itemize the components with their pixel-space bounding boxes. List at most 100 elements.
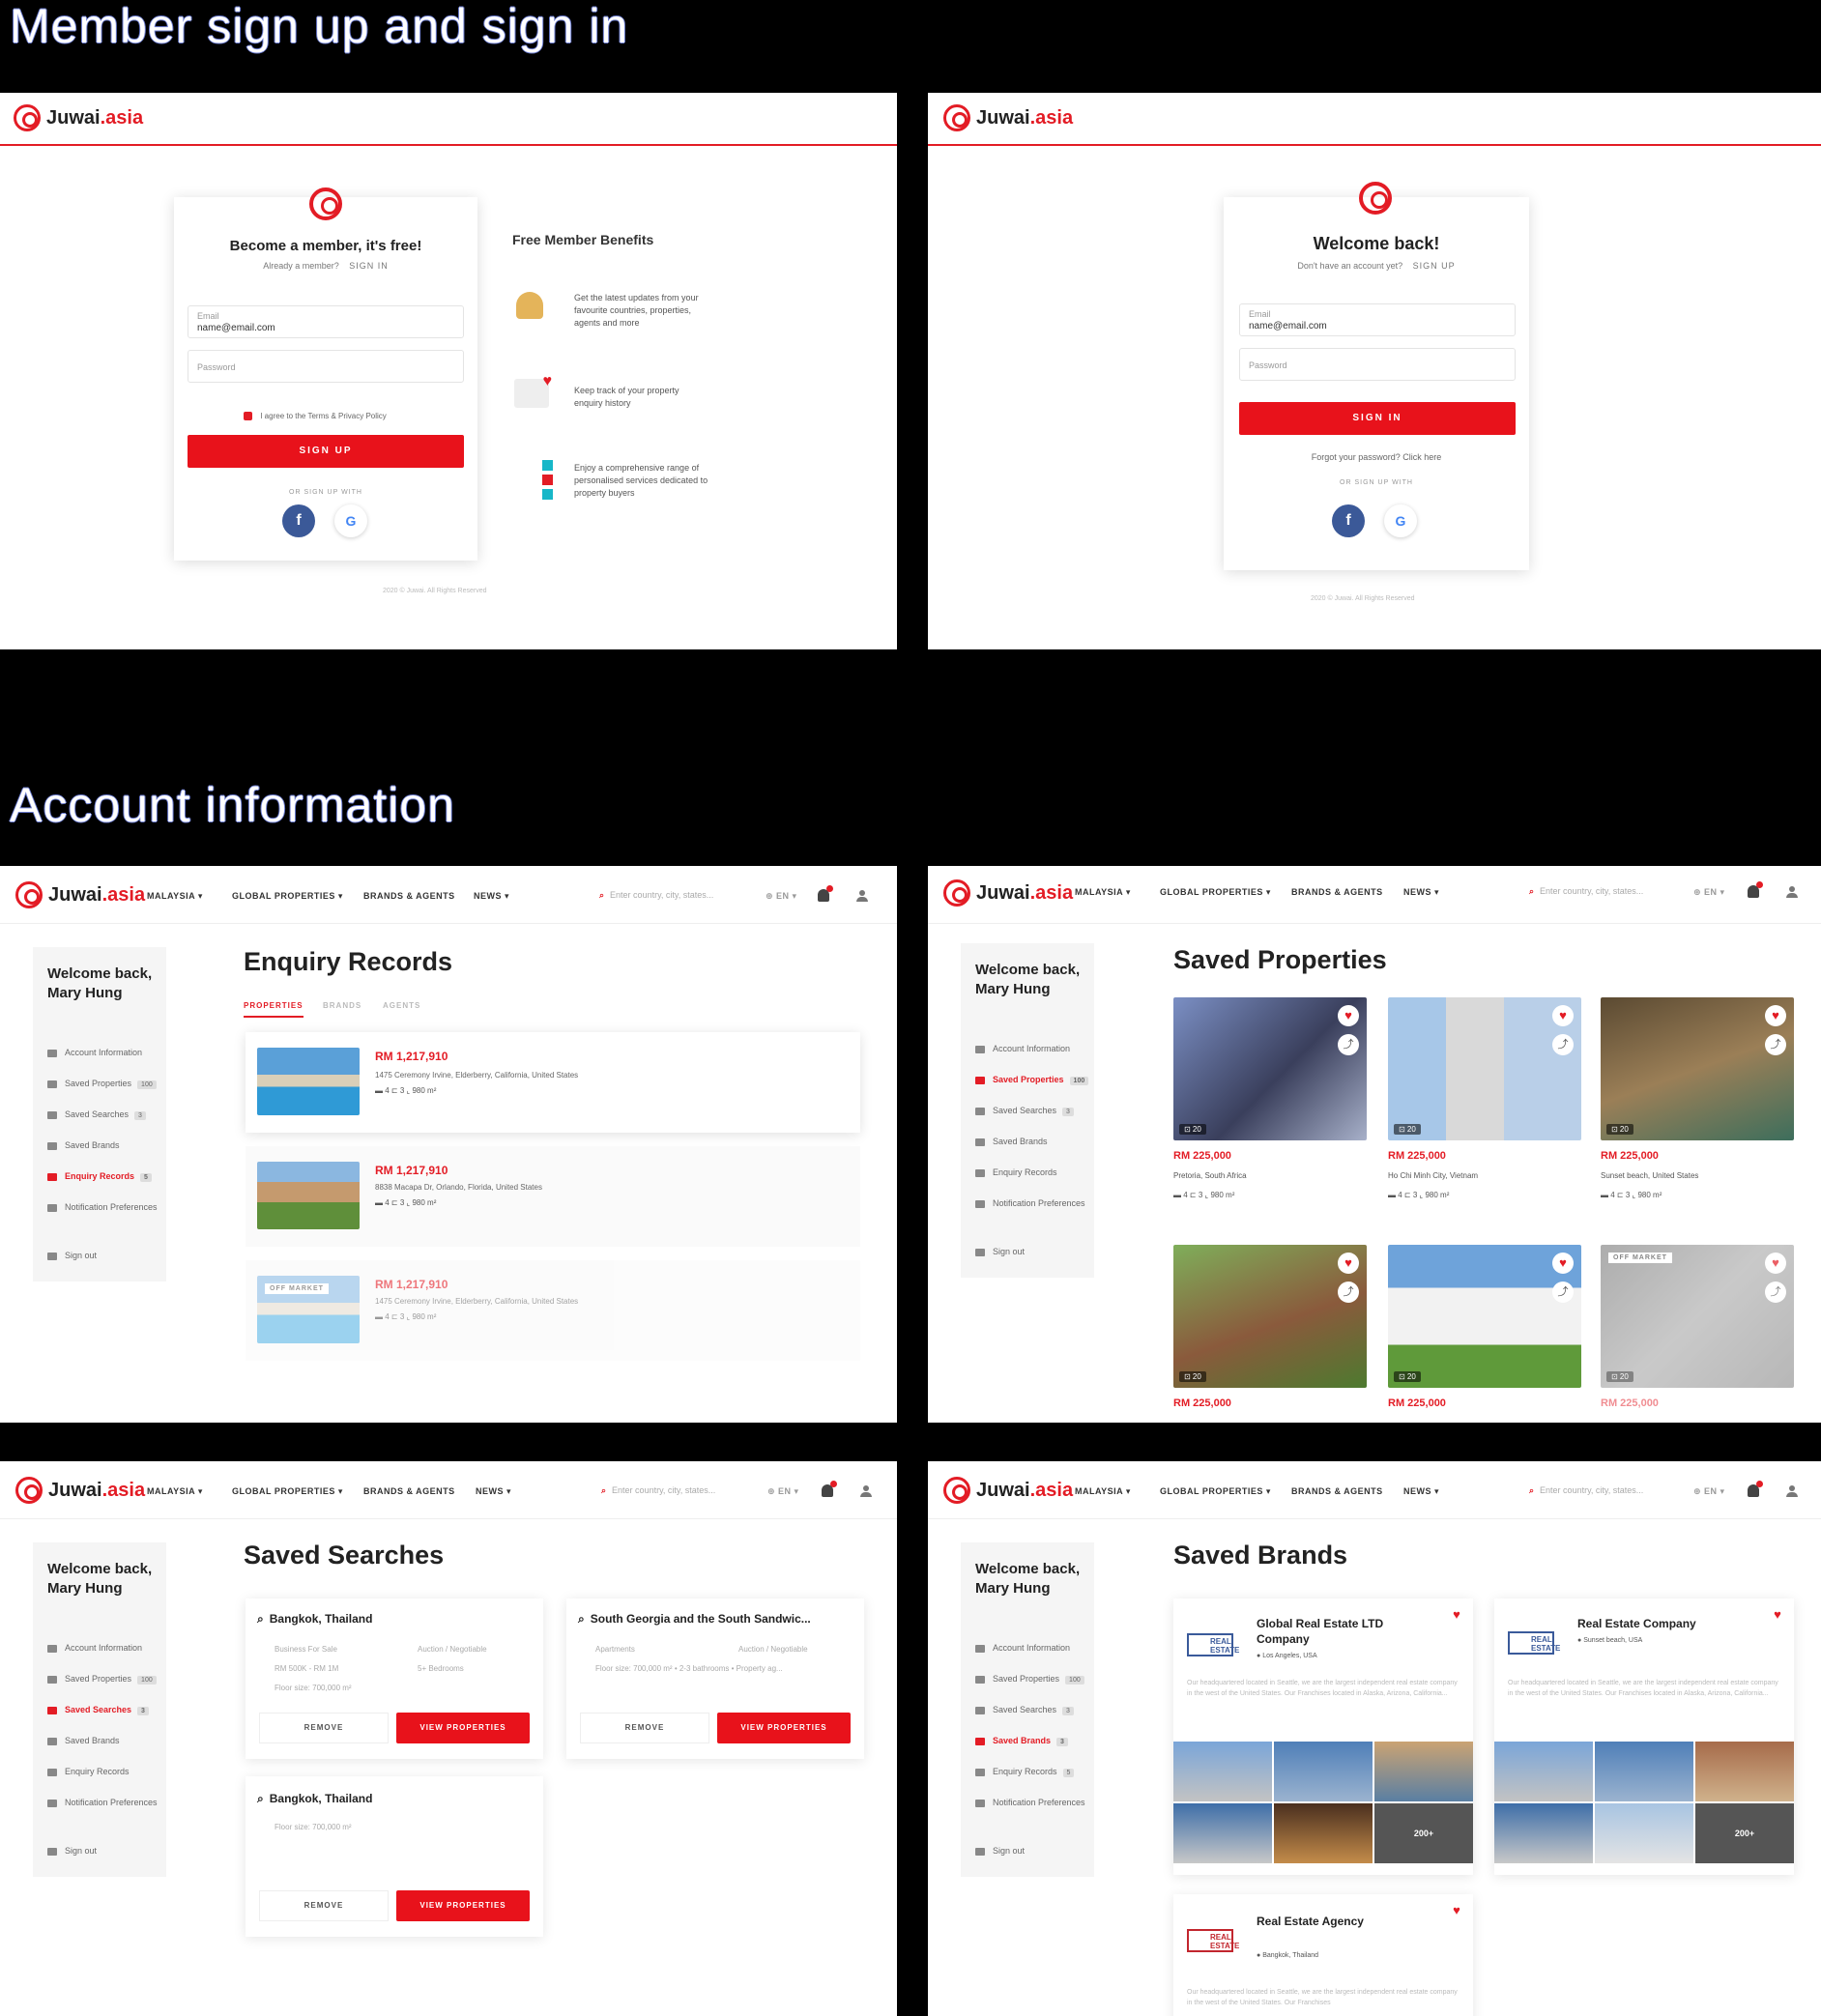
share-icon[interactable]: ⤴ [1552,1282,1574,1303]
sidebar-item-account[interactable]: Account Information [975,1044,1070,1053]
bell-icon[interactable] [822,1481,837,1497]
sidebar-item-enquiry[interactable]: Enquiry Records [47,1767,130,1776]
sidebar-item-notifications[interactable]: Notification Preferences [975,1798,1085,1807]
user-icon[interactable] [1786,886,1798,898]
nav-brands-agents[interactable]: BRANDS & AGENTS [363,891,455,901]
sidebar-item-saved-properties[interactable]: Saved Properties 100 [47,1079,157,1089]
heart-icon[interactable]: ♥ [1338,1005,1359,1026]
sidebar-item-enquiry[interactable]: Enquiry Records [975,1167,1057,1177]
nav-global-properties[interactable]: GLOBAL PROPERTIES ▾ [232,891,343,902]
nav-brands-agents[interactable]: BRANDS & AGENTS [363,1486,455,1496]
sidebar-item-saved-brands[interactable]: Saved Brands [47,1736,120,1745]
property-card-image[interactable]: ♥ ⤴ ⊡ 20 [1388,1245,1581,1388]
search-input[interactable]: ⌕ Enter country, city, states... [601,1485,715,1496]
enquiry-item[interactable]: OFF MARKET RM 1,217,910 1475 Ceremony Ir… [246,1260,860,1361]
bell-icon[interactable] [1748,1481,1763,1497]
sidebar-item-saved-properties[interactable]: Saved Properties 100 [975,1674,1084,1685]
nav-country[interactable]: MALAYSIA ▾ [1075,1486,1131,1497]
sidebar-item-saved-searches[interactable]: Saved Searches 3 [975,1106,1074,1116]
tab-properties[interactable]: PROPERTIES [244,1001,304,1018]
signup-link[interactable]: SIGN UP [1413,261,1456,271]
bell-icon[interactable] [818,885,833,902]
heart-icon[interactable]: ♥ [1552,1253,1574,1274]
brand-card[interactable]: REAL ESTATE Real Estate Agency ● Bangkok… [1173,1894,1473,2016]
google-button[interactable]: G [334,504,367,537]
more-photos[interactable]: 200+ [1374,1803,1473,1863]
sidebar-item-saved-brands[interactable]: Saved Brands [975,1137,1048,1146]
user-icon[interactable] [1786,1485,1798,1497]
nav-global-properties[interactable]: GLOBAL PROPERTIES ▾ [1160,887,1271,898]
heart-icon[interactable]: ♥ [1446,1604,1467,1626]
sidebar-item-saved-searches[interactable]: Saved Searches 3 [47,1109,146,1120]
nav-country[interactable]: MALAYSIA ▾ [147,1486,203,1497]
sidebar-item-saved-brands[interactable]: Saved Brands 3 [975,1736,1068,1746]
search-input[interactable]: ⌕ Enter country, city, states... [1529,1485,1643,1496]
logo[interactable]: Juwai.asia [943,1477,1073,1504]
agree-checkbox[interactable] [244,412,252,421]
share-icon[interactable]: ⤴ [1552,1034,1574,1055]
logo[interactable]: Juwai.asia [14,104,143,131]
heart-icon[interactable]: ♥ [1765,1005,1786,1026]
sidebar-item-saved-searches[interactable]: Saved Searches 3 [975,1705,1074,1715]
email-field[interactable]: Email name@email.com [188,305,464,338]
sidebar-signout[interactable]: Sign out [47,1251,97,1260]
signin-link[interactable]: SIGN IN [349,261,389,271]
signup-button[interactable]: SIGN UP [188,435,464,468]
user-icon[interactable] [860,1485,872,1497]
more-photos[interactable]: 200+ [1695,1803,1794,1863]
bell-icon[interactable] [1748,881,1763,898]
tab-brands[interactable]: BRANDS [323,1001,361,1010]
nav-news[interactable]: NEWS ▾ [476,1486,511,1497]
view-properties-button[interactable]: VIEW PROPERTIES [396,1890,530,1921]
view-properties-button[interactable]: VIEW PROPERTIES [396,1713,530,1743]
sidebar-item-saved-brands[interactable]: Saved Brands [47,1140,120,1150]
sidebar-item-enquiry[interactable]: Enquiry Records 5 [975,1767,1075,1777]
forgot-password-link[interactable]: Forgot your password? Click here [1224,452,1529,462]
nav-country[interactable]: MALAYSIA ▾ [147,891,203,902]
search-input[interactable]: ⌕ Enter country, city, states... [1529,886,1643,897]
remove-button[interactable]: REMOVE [580,1713,709,1743]
property-card-image[interactable]: ♥ ⤴ ⊡ 20 [1388,997,1581,1140]
enquiry-item[interactable]: RM 1,217,910 8838 Macapa Dr, Orlando, Fl… [246,1146,860,1247]
sidebar-item-saved-properties[interactable]: Saved Properties 100 [47,1674,157,1685]
search-input[interactable]: ⌕ Enter country, city, states... [599,890,713,901]
enquiry-item[interactable]: RM 1,217,910 1475 Ceremony Irvine, Elder… [246,1032,860,1133]
brand-card[interactable]: REAL ESTATE Global Real Estate LTD Compa… [1173,1598,1473,1875]
facebook-button[interactable]: f [1332,504,1365,537]
lang-selector[interactable]: ⊕ EN ▾ [1693,887,1725,898]
sidebar-item-notifications[interactable]: Notification Preferences [47,1202,158,1212]
remove-button[interactable]: REMOVE [259,1890,389,1921]
share-icon[interactable]: ⤴ [1338,1034,1359,1055]
heart-icon[interactable]: ♥ [1446,1900,1467,1921]
sidebar-item-saved-properties[interactable]: Saved Properties 100 [975,1075,1089,1085]
user-icon[interactable] [856,890,868,902]
property-card-image[interactable]: ♥ ⤴ ⊡ 20 [1173,1245,1367,1388]
property-card-image[interactable]: ♥ ⤴ ⊡ 20 [1601,997,1794,1140]
sidebar-item-notifications[interactable]: Notification Preferences [975,1198,1085,1208]
logo[interactable]: Juwai.asia [943,104,1073,131]
lang-selector[interactable]: ⊕ EN ▾ [1693,1486,1725,1497]
view-properties-button[interactable]: VIEW PROPERTIES [717,1713,851,1743]
password-field[interactable]: Password [188,350,464,383]
remove-button[interactable]: REMOVE [259,1713,389,1743]
share-icon[interactable]: ⤴ [1765,1034,1786,1055]
nav-global-properties[interactable]: GLOBAL PROPERTIES ▾ [232,1486,343,1497]
nav-global-properties[interactable]: GLOBAL PROPERTIES ▾ [1160,1486,1271,1497]
share-icon[interactable]: ⤴ [1338,1282,1359,1303]
sidebar-signout[interactable]: Sign out [47,1846,97,1856]
nav-brands-agents[interactable]: BRANDS & AGENTS [1291,1486,1383,1496]
sidebar-item-account[interactable]: Account Information [975,1643,1070,1653]
logo[interactable]: Juwai.asia [15,881,145,908]
tab-agents[interactable]: AGENTS [383,1001,420,1010]
heart-icon[interactable]: ♥ [1338,1253,1359,1274]
share-icon[interactable]: ⤴ [1765,1282,1786,1303]
sidebar-item-account[interactable]: Account Information [47,1048,142,1057]
signin-button[interactable]: SIGN IN [1239,402,1516,435]
heart-icon[interactable]: ♥ [1765,1253,1786,1274]
sidebar-item-saved-searches[interactable]: Saved Searches 3 [47,1705,149,1715]
facebook-button[interactable]: f [282,504,315,537]
lang-selector[interactable]: ⊕ EN ▾ [767,1486,799,1497]
nav-brands-agents[interactable]: BRANDS & AGENTS [1291,887,1383,897]
property-card-image[interactable]: OFF MARKET ♥ ⤴ ⊡ 20 [1601,1245,1794,1388]
sidebar-signout[interactable]: Sign out [975,1846,1025,1856]
